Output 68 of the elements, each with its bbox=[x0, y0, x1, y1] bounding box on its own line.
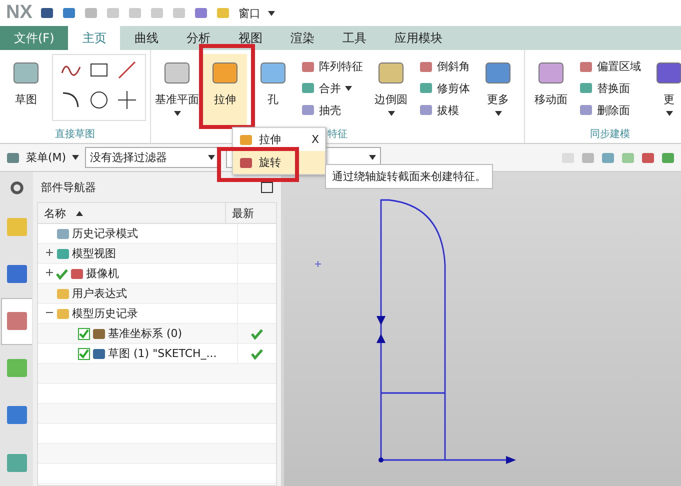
ribbon-button[interactable]: 基准平面 bbox=[155, 54, 199, 127]
column-header[interactable]: 最新 bbox=[225, 203, 276, 223]
ribbon-button[interactable]: 抽壳 bbox=[301, 102, 363, 118]
tree-row[interactable]: 历史记录模式 bbox=[38, 224, 276, 244]
ribbon-button[interactable]: 删除面 bbox=[579, 102, 641, 118]
window-menu[interactable]: 窗口 bbox=[238, 6, 260, 20]
ribbon-button[interactable]: 孔 bbox=[251, 54, 295, 127]
ribbon-tab[interactable]: 视图 bbox=[224, 26, 276, 50]
maximize-icon[interactable] bbox=[261, 182, 273, 192]
ribbon-button[interactable]: 更多 bbox=[476, 54, 520, 127]
tree-item-label: 历史记录模式 bbox=[72, 226, 138, 241]
ribbon-button[interactable]: 更 bbox=[647, 54, 681, 127]
tree-row[interactable]: 摄像机 bbox=[38, 264, 276, 284]
menu-item[interactable]: 旋转 bbox=[233, 151, 325, 174]
group-title: 直接草图 bbox=[55, 128, 95, 142]
ribbon-button[interactable]: 边倒圆 bbox=[369, 54, 413, 127]
ribbon-button[interactable]: 偏置区域 bbox=[579, 59, 641, 74]
checkbox[interactable] bbox=[78, 348, 90, 360]
file-menu-tab[interactable]: 文件(F) bbox=[0, 26, 68, 50]
checkbox[interactable] bbox=[78, 328, 90, 340]
sort-arrow-icon bbox=[76, 210, 83, 216]
tree-item-label: 用户表达式 bbox=[72, 286, 127, 301]
ribbon-tab[interactable]: 曲线 bbox=[120, 26, 172, 50]
group-title: 特征 bbox=[328, 128, 348, 142]
tree-item-label: 草图 (1) "SKETCH_... bbox=[108, 346, 217, 361]
navigator-tab[interactable] bbox=[1, 298, 32, 345]
menu-button[interactable]: 菜单(M) bbox=[26, 150, 66, 165]
circle-icon[interactable] bbox=[88, 89, 110, 111]
point-icon[interactable] bbox=[116, 89, 138, 111]
tree-row[interactable]: 模型视图 bbox=[38, 244, 276, 264]
tree-item-label: 基准坐标系 (0) bbox=[108, 326, 182, 341]
ribbon-tab[interactable]: 应用模块 bbox=[380, 26, 456, 50]
caret-icon bbox=[174, 111, 180, 116]
caret-icon bbox=[494, 111, 502, 116]
caret-icon bbox=[208, 155, 216, 160]
caret-icon bbox=[369, 155, 376, 160]
caret-icon bbox=[345, 86, 352, 91]
tree-item-label: 模型历史记录 bbox=[72, 306, 138, 321]
panel-title: 部件导航器 bbox=[41, 180, 96, 194]
ribbon-button[interactable]: 替换面 bbox=[579, 80, 641, 96]
tooltip: 通过绕轴旋转截面来创建特征。 bbox=[325, 164, 493, 189]
tree-row[interactable]: 用户表达式 bbox=[38, 284, 276, 304]
ribbon-button[interactable]: 阵列特征 bbox=[301, 59, 363, 74]
caret-icon bbox=[666, 111, 672, 116]
column-header[interactable]: 名称 bbox=[38, 203, 225, 223]
group-title: 同步建模 bbox=[590, 128, 630, 142]
ribbon-button[interactable]: 修剪体 bbox=[419, 80, 470, 96]
ribbon-tab[interactable]: 工具 bbox=[328, 26, 380, 50]
ribbon-button[interactable]: 移动面 bbox=[529, 54, 573, 127]
ribbon-button[interactable]: 拔模 bbox=[419, 102, 470, 118]
ribbon-button[interactable]: 拉伸 bbox=[203, 54, 247, 127]
tree-item-label: 摄像机 bbox=[86, 266, 119, 281]
tree-row[interactable]: 基准坐标系 (0) bbox=[38, 324, 276, 344]
caret-icon bbox=[388, 111, 394, 116]
expand-icon[interactable] bbox=[44, 268, 54, 276]
ribbon-tab[interactable]: 分析 bbox=[172, 26, 224, 50]
ribbon-button[interactable]: 草图 bbox=[4, 54, 48, 127]
tree-item-label: 模型视图 bbox=[72, 246, 116, 261]
expand-icon[interactable] bbox=[44, 248, 54, 256]
app-logo: NX bbox=[6, 2, 32, 24]
caret-icon bbox=[268, 10, 276, 16]
tree-row[interactable]: 草图 (1) "SKETCH_... bbox=[38, 344, 276, 364]
ribbon-button[interactable]: 合并 bbox=[301, 80, 363, 96]
ribbon-button[interactable]: 倒斜角 bbox=[419, 59, 470, 74]
tree-row[interactable]: 模型历史记录 bbox=[38, 304, 276, 324]
ribbon-tab[interactable]: 渲染 bbox=[276, 26, 328, 50]
ribbon-tab[interactable]: 主页 bbox=[68, 26, 120, 50]
caret-icon bbox=[72, 155, 80, 160]
